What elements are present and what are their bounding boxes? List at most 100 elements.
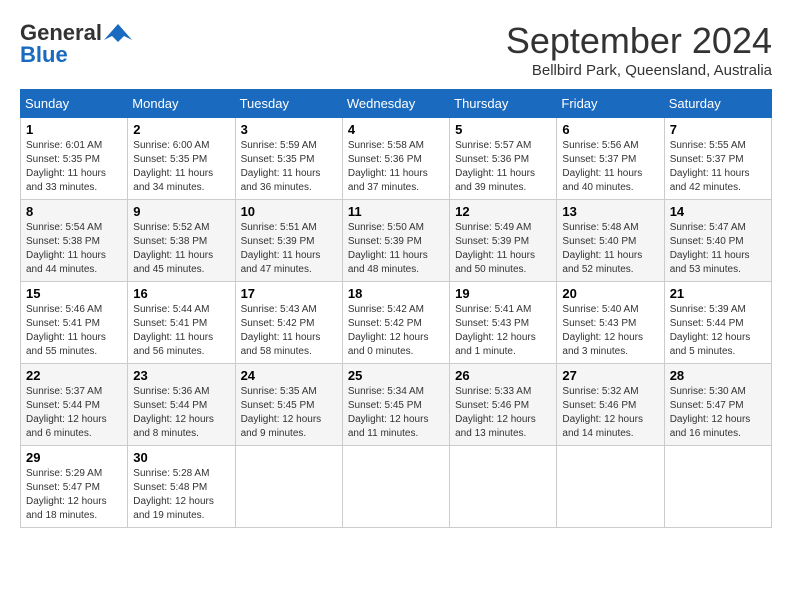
column-header-wednesday: Wednesday — [342, 90, 449, 118]
day-number: 23 — [133, 368, 229, 383]
calendar-cell: 2Sunrise: 6:00 AMSunset: 5:35 PMDaylight… — [128, 118, 235, 200]
calendar-cell: 20 Sunrise: 5:40 AMSunset: 5:43 PMDayligh… — [557, 282, 664, 364]
day-info: Sunrise: 5:40 AMSunset: 5:43 PMDaylight:… — [562, 303, 658, 359]
calendar-cell: 29 Sunrise: 5:29 AMSunset: 5:47 PMDayligh… — [21, 446, 128, 528]
day-number: 22 — [26, 368, 122, 383]
day-info: Sunrise: 5:36 AMSunset: 5:44 PMDaylight:… — [133, 385, 229, 441]
day-info: Sunrise: 5:29 AMSunset: 5:47 PMDaylight:… — [26, 467, 122, 523]
day-info: Sunrise: 5:42 AMSunset: 5:42 PMDaylight:… — [348, 303, 444, 359]
day-info: Sunrise: 5:34 AMSunset: 5:45 PMDaylight:… — [348, 385, 444, 441]
day-number: 29 — [26, 450, 122, 465]
calendar-week-row: 29 Sunrise: 5:29 AMSunset: 5:47 PMDayligh… — [21, 446, 772, 528]
calendar-cell: 10 Sunrise: 5:51 AMSunset: 5:39 PMDayligh… — [235, 200, 342, 282]
calendar-week-row: 15 Sunrise: 5:46 AMSunset: 5:41 PMDayligh… — [21, 282, 772, 364]
day-info: Sunrise: 5:35 AMSunset: 5:45 PMDaylight:… — [241, 385, 337, 441]
day-info: Sunrise: 5:47 AMSunset: 5:40 PMDaylight:… — [670, 221, 766, 277]
day-info: Sunrise: 5:58 AMSunset: 5:36 PMDaylight:… — [348, 139, 444, 195]
calendar-cell: 1Sunrise: 6:01 AMSunset: 5:35 PMDaylight… — [21, 118, 128, 200]
day-number: 30 — [133, 450, 229, 465]
day-number: 8 — [26, 204, 122, 219]
calendar-cell: 6 Sunrise: 5:56 AMSunset: 5:37 PMDaylight… — [557, 118, 664, 200]
calendar-header-row: SundayMondayTuesdayWednesdayThursdayFrid… — [21, 90, 772, 118]
calendar-cell: 17 Sunrise: 5:43 AMSunset: 5:42 PMDayligh… — [235, 282, 342, 364]
day-info: Sunrise: 6:01 AMSunset: 5:35 PMDaylight:… — [26, 139, 122, 195]
calendar-cell — [664, 446, 771, 528]
day-number: 7 — [670, 122, 766, 137]
calendar-cell: 21 Sunrise: 5:39 AMSunset: 5:44 PMDayligh… — [664, 282, 771, 364]
day-number: 25 — [348, 368, 444, 383]
calendar-cell: 28Sunrise: 5:30 AMSunset: 5:47 PMDayligh… — [664, 364, 771, 446]
logo: General Blue — [20, 20, 132, 68]
day-number: 5 — [455, 122, 551, 137]
calendar-cell: 16Sunrise: 5:44 AMSunset: 5:41 PMDayligh… — [128, 282, 235, 364]
calendar-cell: 22 Sunrise: 5:37 AMSunset: 5:44 PMDayligh… — [21, 364, 128, 446]
column-header-tuesday: Tuesday — [235, 90, 342, 118]
day-info: Sunrise: 5:37 AMSunset: 5:44 PMDaylight:… — [26, 385, 122, 441]
day-info: Sunrise: 5:56 AMSunset: 5:37 PMDaylight:… — [562, 139, 658, 195]
day-number: 21 — [670, 286, 766, 301]
day-number: 13 — [562, 204, 658, 219]
day-number: 17 — [241, 286, 337, 301]
day-info: Sunrise: 5:50 AMSunset: 5:39 PMDaylight:… — [348, 221, 444, 277]
day-number: 16 — [133, 286, 229, 301]
calendar-cell: 12 Sunrise: 5:49 AMSunset: 5:39 PMDayligh… — [450, 200, 557, 282]
day-number: 20 — [562, 286, 658, 301]
day-info: Sunrise: 5:54 AMSunset: 5:38 PMDaylight:… — [26, 221, 122, 277]
day-info: Sunrise: 5:32 AMSunset: 5:46 PMDaylight:… — [562, 385, 658, 441]
calendar-cell: 25 Sunrise: 5:34 AMSunset: 5:45 PMDayligh… — [342, 364, 449, 446]
calendar-cell: 15 Sunrise: 5:46 AMSunset: 5:41 PMDayligh… — [21, 282, 128, 364]
calendar-cell: 26Sunrise: 5:33 AMSunset: 5:46 PMDayligh… — [450, 364, 557, 446]
day-info: Sunrise: 5:28 AMSunset: 5:48 PMDaylight:… — [133, 467, 229, 523]
calendar-table: SundayMondayTuesdayWednesdayThursdayFrid… — [20, 89, 772, 528]
calendar-cell: 4Sunrise: 5:58 AMSunset: 5:36 PMDaylight… — [342, 118, 449, 200]
day-number: 19 — [455, 286, 551, 301]
calendar-cell: 5 Sunrise: 5:57 AMSunset: 5:36 PMDaylight… — [450, 118, 557, 200]
day-number: 24 — [241, 368, 337, 383]
day-number: 6 — [562, 122, 658, 137]
calendar-cell — [342, 446, 449, 528]
day-info: Sunrise: 5:46 AMSunset: 5:41 PMDaylight:… — [26, 303, 122, 359]
day-info: Sunrise: 5:41 AMSunset: 5:43 PMDaylight:… — [455, 303, 551, 359]
calendar-week-row: 8 Sunrise: 5:54 AMSunset: 5:38 PMDaylight… — [21, 200, 772, 282]
calendar-week-row: 1Sunrise: 6:01 AMSunset: 5:35 PMDaylight… — [21, 118, 772, 200]
title-block: September 2024 Bellbird Park, Queensland… — [506, 20, 772, 79]
calendar-cell — [557, 446, 664, 528]
day-number: 18 — [348, 286, 444, 301]
calendar-week-row: 22 Sunrise: 5:37 AMSunset: 5:44 PMDayligh… — [21, 364, 772, 446]
column-header-friday: Friday — [557, 90, 664, 118]
calendar-cell: 11 Sunrise: 5:50 AMSunset: 5:39 PMDayligh… — [342, 200, 449, 282]
day-info: Sunrise: 5:51 AMSunset: 5:39 PMDaylight:… — [241, 221, 337, 277]
column-header-sunday: Sunday — [21, 90, 128, 118]
column-header-monday: Monday — [128, 90, 235, 118]
day-number: 2 — [133, 122, 229, 137]
day-info: Sunrise: 5:59 AMSunset: 5:35 PMDaylight:… — [241, 139, 337, 195]
day-number: 26 — [455, 368, 551, 383]
calendar-cell: 8 Sunrise: 5:54 AMSunset: 5:38 PMDaylight… — [21, 200, 128, 282]
logo-bird-icon — [104, 22, 132, 44]
day-number: 9 — [133, 204, 229, 219]
calendar-cell — [235, 446, 342, 528]
day-number: 10 — [241, 204, 337, 219]
location-text: Bellbird Park, Queensland, Australia — [506, 62, 772, 79]
day-number: 28 — [670, 368, 766, 383]
day-number: 27 — [562, 368, 658, 383]
day-info: Sunrise: 5:57 AMSunset: 5:36 PMDaylight:… — [455, 139, 551, 195]
day-number: 12 — [455, 204, 551, 219]
day-info: Sunrise: 5:39 AMSunset: 5:44 PMDaylight:… — [670, 303, 766, 359]
day-info: Sunrise: 5:49 AMSunset: 5:39 PMDaylight:… — [455, 221, 551, 277]
day-number: 14 — [670, 204, 766, 219]
day-info: Sunrise: 5:55 AMSunset: 5:37 PMDaylight:… — [670, 139, 766, 195]
month-title: September 2024 — [506, 20, 772, 62]
calendar-cell: 24 Sunrise: 5:35 AMSunset: 5:45 PMDayligh… — [235, 364, 342, 446]
calendar-cell: 19 Sunrise: 5:41 AMSunset: 5:43 PMDayligh… — [450, 282, 557, 364]
calendar-cell: 14 Sunrise: 5:47 AMSunset: 5:40 PMDayligh… — [664, 200, 771, 282]
calendar-cell — [450, 446, 557, 528]
day-info: Sunrise: 5:43 AMSunset: 5:42 PMDaylight:… — [241, 303, 337, 359]
day-info: Sunrise: 5:52 AMSunset: 5:38 PMDaylight:… — [133, 221, 229, 277]
day-number: 11 — [348, 204, 444, 219]
day-number: 15 — [26, 286, 122, 301]
day-info: Sunrise: 5:48 AMSunset: 5:40 PMDaylight:… — [562, 221, 658, 277]
calendar-cell: 3Sunrise: 5:59 AMSunset: 5:35 PMDaylight… — [235, 118, 342, 200]
logo-blue-text: Blue — [20, 42, 68, 68]
calendar-cell: 23 Sunrise: 5:36 AMSunset: 5:44 PMDayligh… — [128, 364, 235, 446]
